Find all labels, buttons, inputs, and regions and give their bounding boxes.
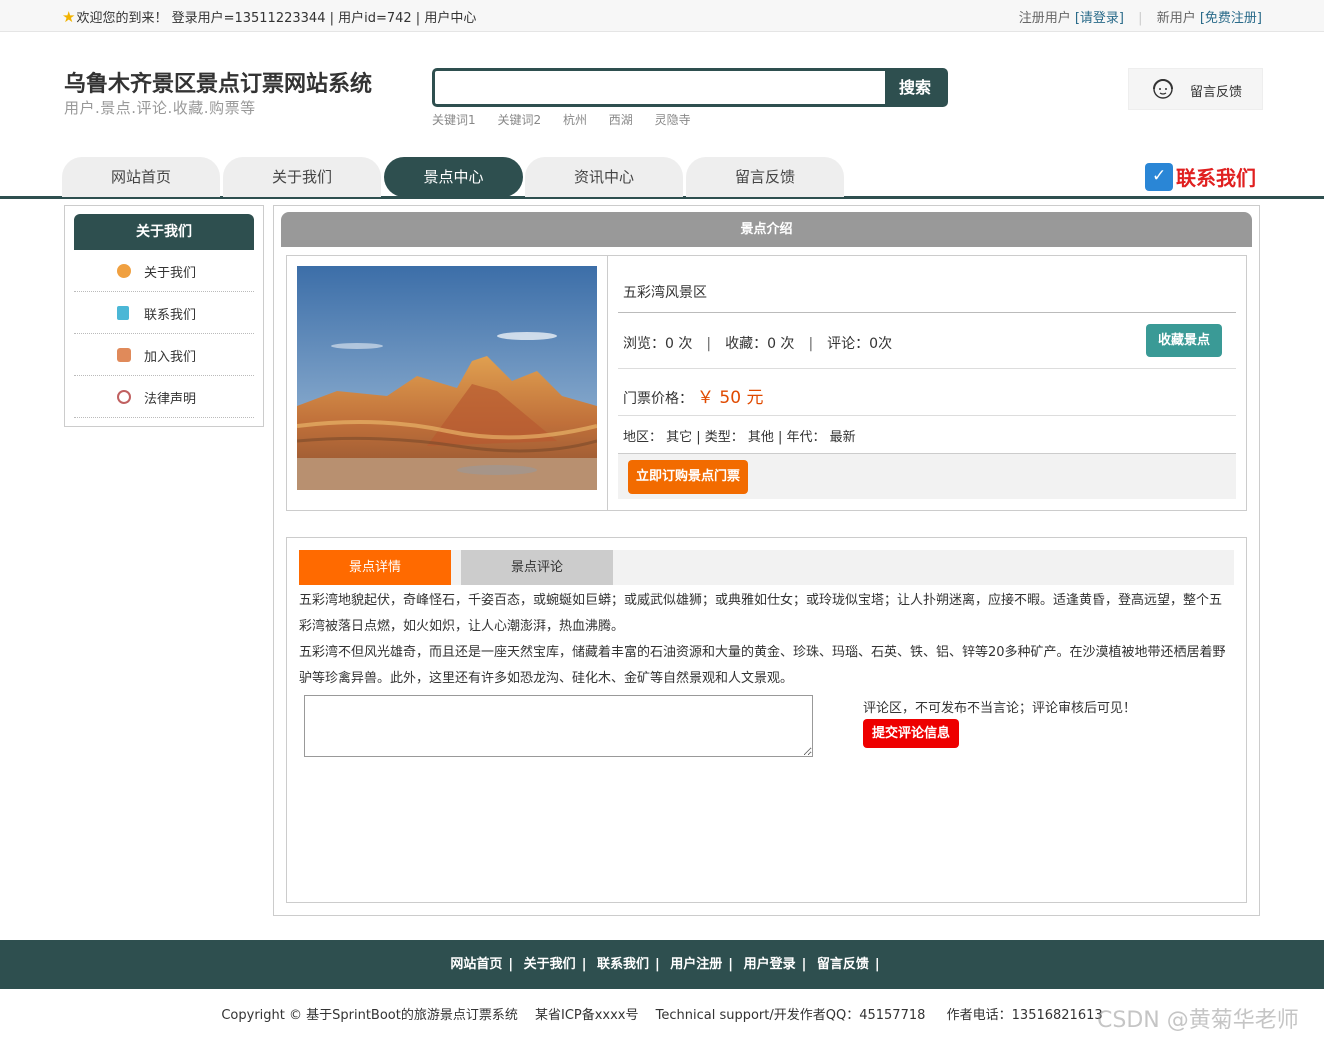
- sidebar: 关于我们 关于我们 联系我们 加入我们 法律声明: [64, 205, 264, 427]
- section-title: 景点介绍: [281, 212, 1252, 247]
- footer-link[interactable]: 用户注册: [670, 957, 722, 972]
- tab-comments[interactable]: 景点评论: [461, 550, 613, 585]
- comment-note: 评论区，不可发布不当言论；评论审核后可见！: [863, 701, 1137, 716]
- scenic-landscape-image: [297, 266, 597, 490]
- favs-count: 0 次: [767, 336, 795, 352]
- nav-feedback[interactable]: 留言反馈: [686, 157, 844, 197]
- divider: |: [1138, 11, 1143, 26]
- feedback-label: 留言反馈: [1190, 85, 1243, 100]
- divider: [618, 368, 1236, 369]
- description-paragraph: 五彩湾不但风光雄奇，而且还是一座天然宝库，储藏着丰富的石油资源和大量的黄金、珍珠…: [299, 645, 1226, 686]
- comments-count: 0次: [869, 336, 893, 352]
- comments-label: 评论：: [827, 336, 870, 352]
- customer-service-icon: [1153, 79, 1173, 99]
- free-register-link[interactable]: [免费注册]: [1200, 11, 1262, 26]
- ticket-price: 门票价格： ￥ 50 元: [623, 383, 763, 408]
- star-icon: ★: [62, 8, 76, 26]
- search-input[interactable]: [435, 71, 885, 104]
- welcome-message[interactable]: 欢迎您的到来！ 登录用户=13511223344 | 用户id=742 | 用户…: [76, 11, 476, 26]
- spot-name: 五彩湾风景区: [623, 285, 707, 301]
- price-value: ￥ 50 元: [697, 388, 764, 408]
- spot-photo: [297, 266, 597, 490]
- keyword-link[interactable]: 关键词2: [497, 113, 541, 127]
- submit-comment-button[interactable]: 提交评论信息: [863, 719, 959, 748]
- search-box: 搜索: [432, 68, 948, 107]
- site-subtitle: 用户.景点.评论.收藏.购票等: [64, 99, 256, 117]
- favorite-button[interactable]: 收藏景点: [1146, 324, 1222, 357]
- site-title: 乌鲁木齐景区景点订票网站系统: [64, 72, 373, 97]
- top-bar: ★欢迎您的到来！ 登录用户=13511223344 | 用户id=742 | 用…: [0, 0, 1324, 32]
- sidebar-item-label: 关于我们: [144, 266, 197, 281]
- divider: [607, 256, 608, 510]
- sidebar-item-legal[interactable]: 法律声明: [74, 376, 254, 418]
- footer-link[interactable]: 网站首页: [450, 957, 502, 972]
- views-count: 0 次: [665, 336, 693, 352]
- divider: [618, 312, 1236, 313]
- sidebar-item-label: 加入我们: [144, 350, 197, 365]
- contact-us-link[interactable]: 联系我们: [1145, 162, 1256, 191]
- buy-ticket-button[interactable]: 立即订购景点门票: [628, 460, 748, 494]
- footer-link[interactable]: 用户登录: [744, 957, 796, 972]
- nav-news[interactable]: 资讯中心: [525, 157, 683, 197]
- footer-link[interactable]: 联系我们: [597, 957, 649, 972]
- footer-link[interactable]: 关于我们: [524, 957, 576, 972]
- phone-icon: [1145, 162, 1173, 191]
- sidebar-item-label: 联系我们: [144, 308, 197, 323]
- divider: |: [808, 336, 814, 352]
- keyword-link[interactable]: 杭州: [563, 113, 587, 127]
- power-icon: [117, 390, 131, 404]
- hot-keywords: 关键词1 关键词2 杭州 西湖 灵隐寺: [432, 111, 709, 128]
- nav-home[interactable]: 网站首页: [62, 157, 220, 197]
- divider: [618, 415, 1236, 416]
- new-user-label: 新用户: [1156, 11, 1196, 26]
- views-label: 浏览：: [623, 336, 665, 352]
- footer-link[interactable]: 留言反馈: [817, 957, 869, 972]
- favs-label: 收藏：: [725, 336, 768, 352]
- sidebar-item-join[interactable]: 加入我们: [74, 334, 254, 376]
- welcome-text: ★欢迎您的到来！ 登录用户=13511223344 | 用户id=742 | 用…: [62, 7, 476, 26]
- lock-icon: [117, 348, 131, 362]
- spot-description: 五彩湾地貌起伏，奇峰怪石，千姿百态，或蜿蜒如巨蟒；或威武似雄狮；或典雅如仕女；或…: [299, 588, 1229, 692]
- account-links: 注册用户 [请登录] | 新用户 [免费注册]: [1019, 7, 1262, 26]
- feedback-button[interactable]: 留言反馈: [1128, 68, 1263, 110]
- keyword-link[interactable]: 西湖: [609, 113, 633, 127]
- description-paragraph: 五彩湾地貌起伏，奇峰怪石，千姿百态，或蜿蜒如巨蟒；或威武似雄狮；或典雅如仕女；或…: [299, 593, 1223, 634]
- nav-about[interactable]: 关于我们: [223, 157, 381, 197]
- spot-stats: 浏览：0 次 | 收藏：0 次 | 评论：0次: [623, 333, 892, 353]
- register-user-label: 注册用户: [1018, 11, 1071, 26]
- tab-detail[interactable]: 景点详情: [299, 550, 451, 585]
- sidebar-title: 关于我们: [74, 214, 254, 250]
- spot-meta: 地区： 其它 | 类型： 其他 | 年代： 最新: [623, 430, 856, 445]
- price-label: 门票价格：: [623, 391, 693, 407]
- keyword-link[interactable]: 灵隐寺: [655, 113, 691, 127]
- clipboard-icon: [117, 306, 129, 320]
- sidebar-item-contact[interactable]: 联系我们: [74, 292, 254, 334]
- contact-us-label: 联系我们: [1176, 166, 1256, 190]
- comment-textarea[interactable]: [304, 695, 813, 757]
- login-link[interactable]: [请登录]: [1075, 11, 1124, 26]
- divider: |: [706, 336, 712, 352]
- about-icon: [117, 264, 131, 278]
- keyword-link[interactable]: 关键词1: [432, 113, 476, 127]
- nav-scenic-center[interactable]: 景点中心: [384, 157, 523, 197]
- sidebar-item-label: 法律声明: [144, 392, 197, 407]
- search-button[interactable]: 搜索: [885, 71, 945, 104]
- footer-nav: 网站首页 | 关于我们 | 联系我们 | 用户注册 | 用户登录 | 留言反馈 |: [0, 940, 1324, 989]
- sidebar-item-about[interactable]: 关于我们: [74, 250, 254, 292]
- watermark: CSDN @黄菊华老师: [1097, 1008, 1299, 1033]
